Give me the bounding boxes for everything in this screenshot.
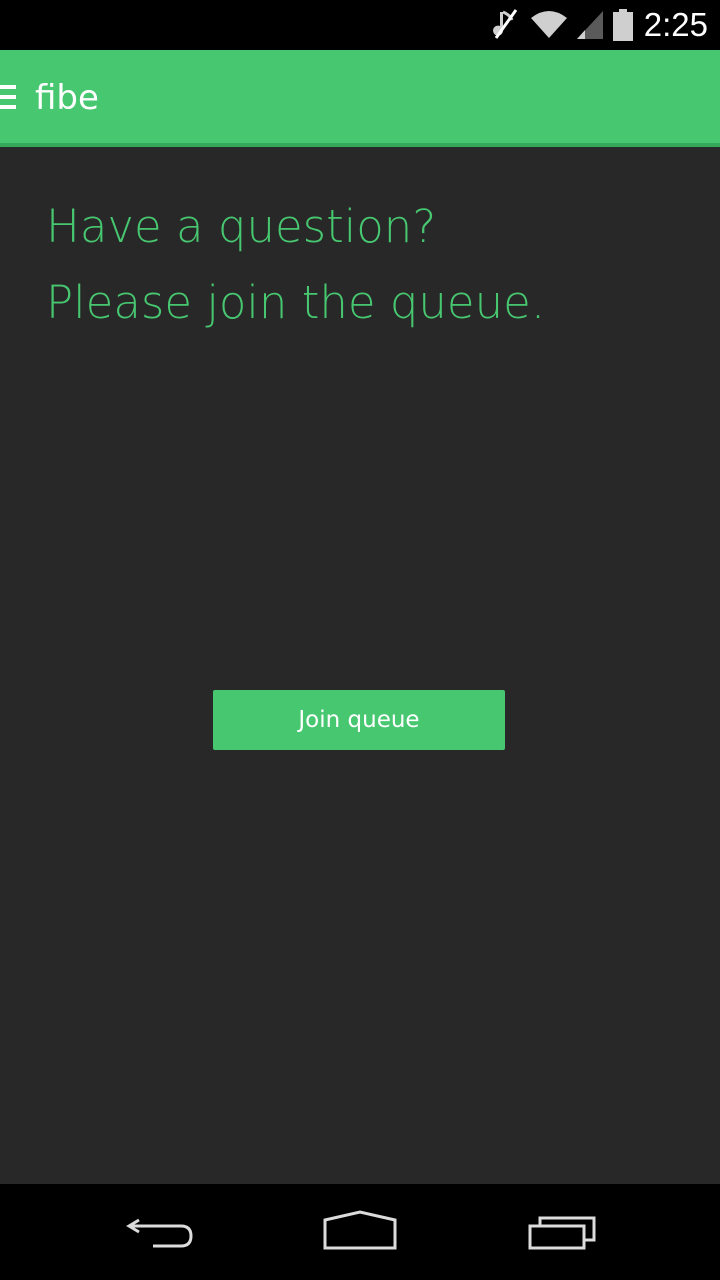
headline-join-prompt: Please join the queue. [46,276,546,329]
status-bar: 2:25 [0,0,720,50]
app-bar: fibe [0,50,720,147]
system-nav-bar [0,1184,720,1280]
mute-icon [492,9,517,39]
back-button[interactable] [110,1198,210,1266]
battery-icon [612,9,633,41]
wifi-icon [530,11,567,38]
status-icons: 2:25 [492,0,720,50]
join-queue-button[interactable]: Join queue [213,690,505,750]
back-icon [126,1218,193,1248]
recents-button[interactable] [512,1198,612,1266]
hamburger-menu-icon[interactable] [0,83,18,111]
app-title[interactable]: fibe [35,50,99,143]
home-button[interactable] [310,1198,410,1266]
status-time: 2:25 [643,6,708,43]
main-content: Have a question? Please join the queue. … [0,147,720,1184]
home-icon [323,1210,397,1250]
signal-icon [576,11,603,39]
recents-icon [528,1216,596,1250]
headline-question: Have a question? [46,200,437,253]
